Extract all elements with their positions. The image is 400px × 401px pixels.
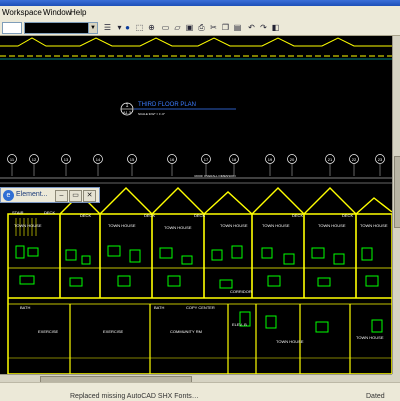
- gridline-label: 11: [10, 157, 15, 162]
- zoom-icon[interactable]: ⊕: [146, 22, 157, 33]
- room-label-deck: DECK: [342, 213, 353, 218]
- room-label-town-house: TOWN HOUSE: [356, 335, 384, 340]
- gridline-bubbles: 11 12 13 14 15 16 17 18 19 20 21 22 23: [7, 154, 385, 176]
- room-label-town-house: TOWN HOUSE: [360, 223, 388, 228]
- gridline-label: 23: [378, 157, 383, 162]
- gridline-label: 22: [352, 157, 357, 162]
- chevron-down-icon[interactable]: ▼: [88, 22, 98, 34]
- minimize-icon[interactable]: –: [55, 190, 68, 202]
- menu-help[interactable]: Help: [70, 8, 86, 17]
- view-scale: SCALE 3/32" = 1'-0": [138, 112, 165, 116]
- color-dropdown[interactable]: [24, 22, 90, 34]
- undo-icon[interactable]: ↶: [246, 22, 257, 33]
- gridline-label: 18: [232, 157, 237, 162]
- info-icon[interactable]: ●: [122, 22, 133, 33]
- zoom-window-icon[interactable]: ⬚: [134, 22, 145, 33]
- copy-icon[interactable]: ❐: [220, 22, 231, 33]
- room-label-deck: DECK: [80, 213, 91, 218]
- menu-bar: Workspace Window Help: [0, 6, 400, 21]
- new-file-icon[interactable]: ▭: [160, 22, 171, 33]
- gridline-label: 15: [130, 157, 135, 162]
- room-label-stair: STAIR: [12, 210, 24, 215]
- vertical-scroll-thumb[interactable]: [394, 156, 400, 228]
- drawing-canvas[interactable]: 1 A1.3 THIRD FLOOR PLAN SCALE 3/32" = 1'…: [0, 36, 392, 374]
- room-label-corridor: CORRIDOR: [230, 289, 252, 294]
- vertical-scrollbar[interactable]: [392, 36, 400, 374]
- dimension-line: ROOF OVERALL DIMENSION: [0, 174, 392, 184]
- paste-icon[interactable]: ▤: [232, 22, 243, 33]
- room-label-deck: DECK: [144, 213, 155, 218]
- room-label-town-house: TOWN HOUSE: [108, 223, 136, 228]
- room-label-bath: BATH: [154, 305, 164, 310]
- gridline-label: 19: [268, 157, 273, 162]
- gridline-label: 21: [328, 157, 333, 162]
- dimension-text: ROOF OVERALL DIMENSION: [194, 174, 235, 178]
- room-label-exercise: EXERCISE: [103, 329, 124, 334]
- room-label-town-house: TOWN HOUSE: [164, 225, 192, 230]
- print-icon[interactable]: ⎙: [196, 22, 207, 33]
- redo-icon[interactable]: ↷: [258, 22, 269, 33]
- linetype-icon[interactable]: ☰: [102, 22, 113, 33]
- close-icon[interactable]: ✕: [83, 190, 96, 202]
- status-right-text: Dated: [366, 393, 385, 400]
- view-tag-number: 1: [126, 103, 129, 109]
- room-label-exercise: EXERCISE: [38, 329, 59, 334]
- element-panel[interactable]: e Element... – ▭ ✕: [0, 187, 100, 203]
- building-plan: STAIR DECK DECK DECK DECK DECK DECK TOWN…: [7, 187, 392, 374]
- lower-band-walls: [8, 304, 392, 374]
- gridline-label: 16: [170, 157, 175, 162]
- room-label-elevator: ELEV. B: [232, 322, 247, 327]
- view-tag-sheet: A1.3: [123, 110, 132, 115]
- status-bar: Replaced missing AutoCAD SHX Fonts… Date…: [0, 382, 400, 401]
- room-label-copy-center: COPY CENTER: [186, 305, 215, 310]
- fixtures: [15, 245, 383, 333]
- room-label-town-house: TOWN HOUSE: [220, 223, 248, 228]
- view-title: THIRD FLOOR PLAN: [138, 102, 196, 108]
- gridline-label: 14: [96, 157, 101, 162]
- element-panel-title: Element...: [16, 191, 48, 198]
- room-label-town-house: TOWN HOUSE: [318, 223, 346, 228]
- room-labels: STAIR DECK DECK DECK DECK DECK DECK TOWN…: [12, 210, 388, 344]
- unit-gables: [59, 187, 392, 215]
- gridline-label: 20: [290, 157, 295, 162]
- properties-icon[interactable]: ◧: [270, 22, 281, 33]
- toolbar: ▼ ☰ ▾ ● ⬚ ⊕ ▭ ▱ ▣ ⎙ ✂ ❐ ▤ ↶ ↷ ◧: [0, 20, 400, 36]
- open-folder-icon[interactable]: ▱: [172, 22, 183, 33]
- room-label-deck: DECK: [194, 213, 205, 218]
- room-label-deck: DECK: [292, 213, 303, 218]
- view-title-block: 1 A1.3 THIRD FLOOR PLAN SCALE 3/32" = 1'…: [120, 102, 236, 116]
- status-message: Replaced missing AutoCAD SHX Fonts…: [70, 393, 199, 400]
- menu-workspace[interactable]: Workspace: [2, 8, 42, 17]
- cut-icon[interactable]: ✂: [208, 22, 219, 33]
- gridline-label: 17: [204, 157, 209, 162]
- layer-dropdown[interactable]: [2, 22, 22, 34]
- menu-window[interactable]: Window: [43, 8, 71, 17]
- room-label-town-house: TOWN HOUSE: [14, 223, 42, 228]
- gridline-label: 12: [32, 157, 37, 162]
- scroll-corner: [392, 374, 400, 382]
- restore-icon[interactable]: ▭: [69, 190, 82, 202]
- room-label-town-house: TOWN HOUSE: [262, 223, 290, 228]
- room-label-community: COMMUNITY RM: [170, 329, 202, 334]
- room-label-town-house: TOWN HOUSE: [276, 339, 304, 344]
- floor-plan-drawing: 1 A1.3 THIRD FLOOR PLAN SCALE 3/32" = 1'…: [0, 37, 392, 374]
- element-panel-icon: e: [3, 190, 14, 201]
- room-label-deck: DECK: [44, 210, 55, 215]
- room-label-bath: BATH: [20, 305, 30, 310]
- roof-outline: [0, 37, 392, 60]
- gridline-label: 13: [64, 157, 69, 162]
- save-icon[interactable]: ▣: [184, 22, 195, 33]
